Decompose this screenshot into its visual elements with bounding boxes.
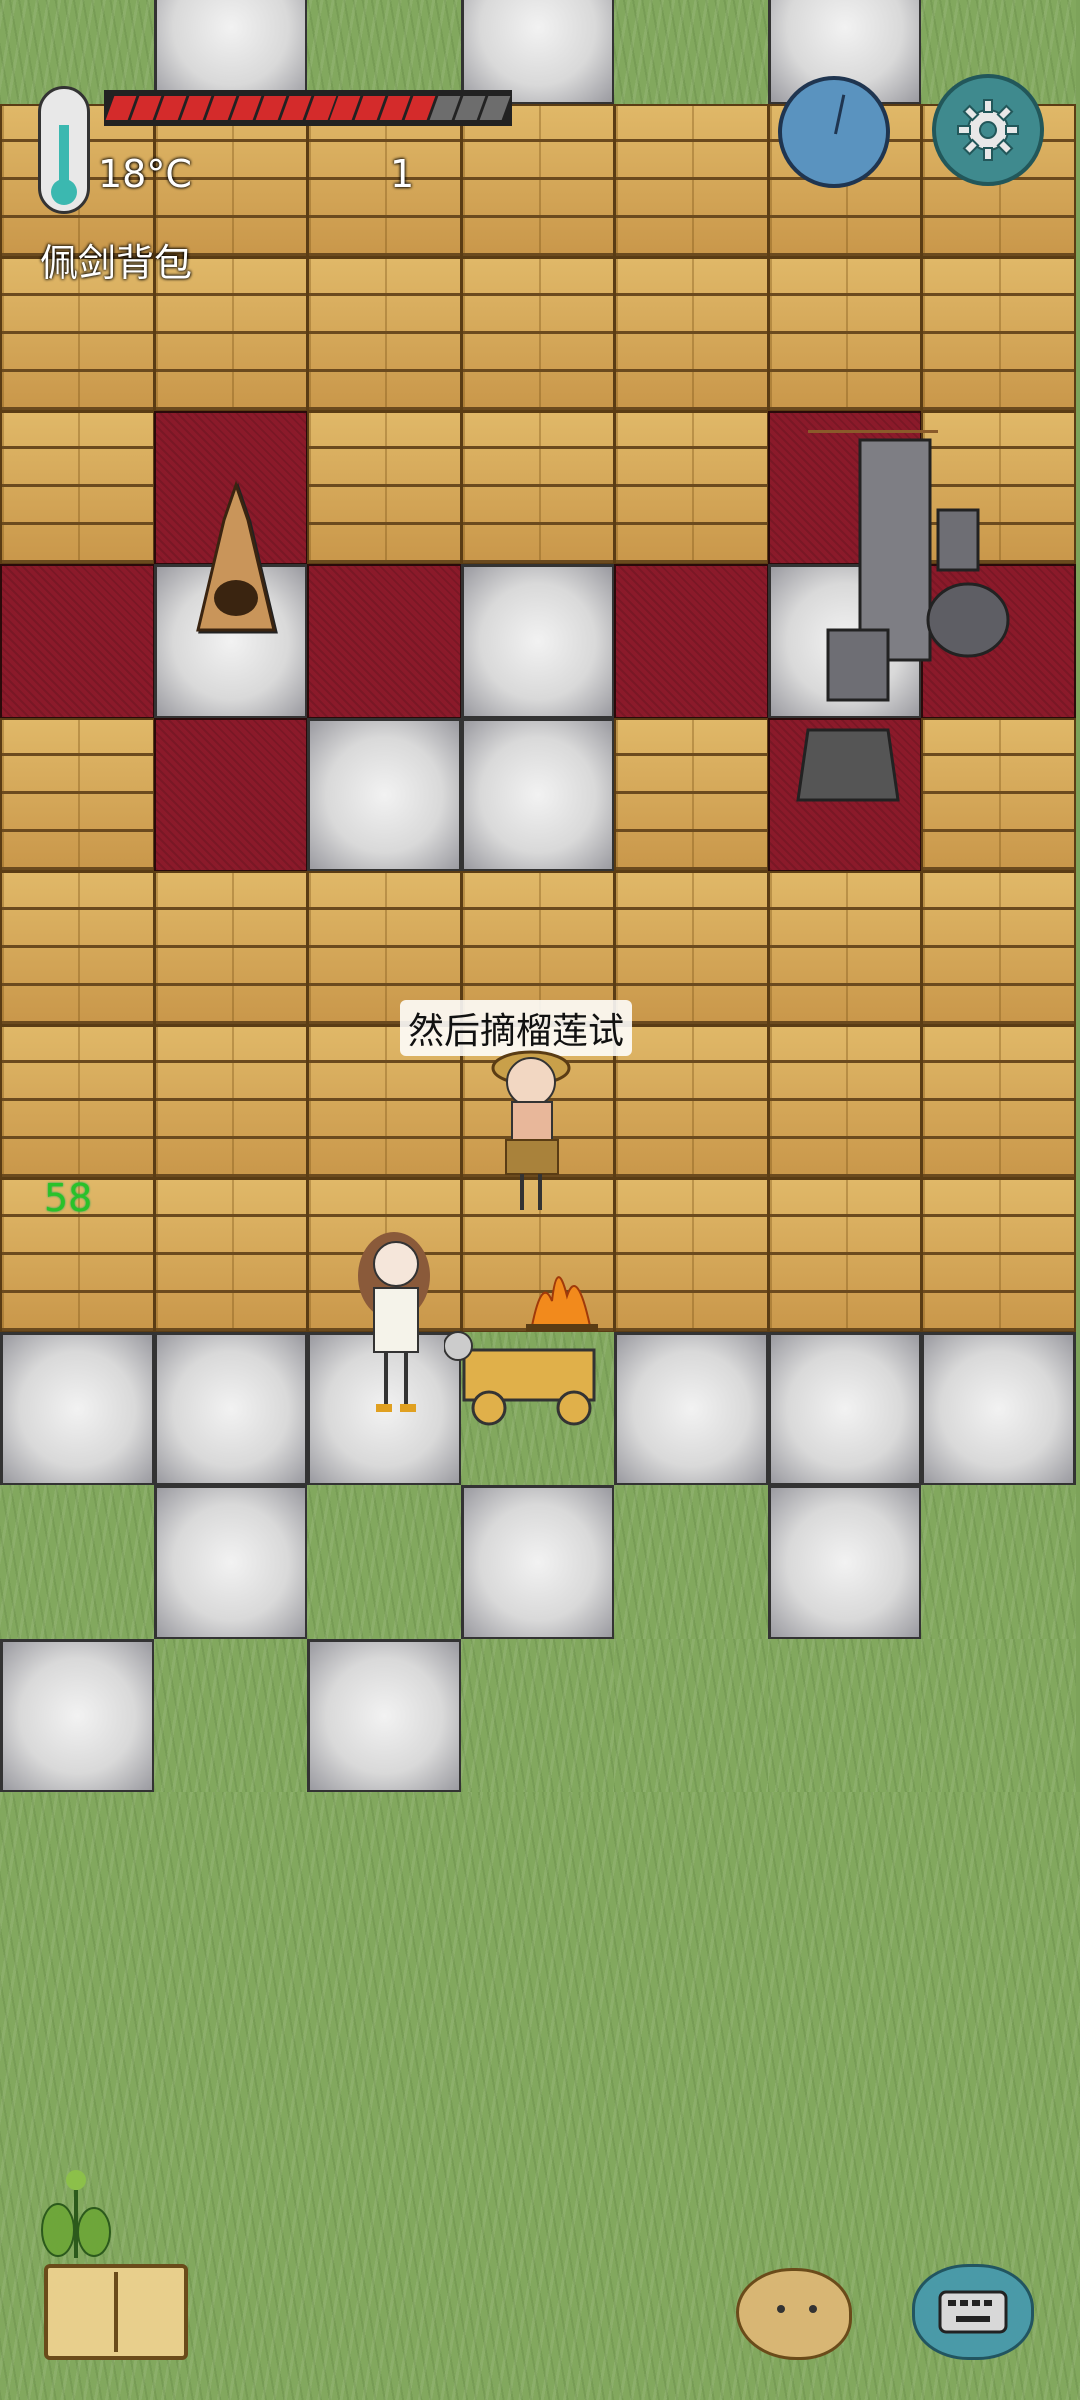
clock-icon — [778, 76, 890, 188]
map-tile[interactable] — [767, 257, 922, 412]
map-tile[interactable] — [307, 410, 462, 565]
keyboard-icon[interactable] — [912, 2264, 1034, 2360]
map-tile[interactable] — [614, 257, 769, 412]
map-tile[interactable] — [921, 871, 1076, 1026]
map-tile[interactable] — [614, 871, 769, 1026]
food-meter — [104, 90, 512, 126]
map-tile[interactable] — [307, 0, 462, 105]
map-tile[interactable] — [460, 257, 615, 412]
backpack-label[interactable]: 佩剑背包 — [40, 232, 192, 287]
map-tile[interactable] — [614, 1331, 769, 1486]
map-tile[interactable] — [460, 103, 615, 258]
status-number: 58 — [44, 1176, 93, 1220]
map-tile[interactable] — [153, 1638, 308, 1793]
npc-character[interactable] — [334, 1226, 454, 1426]
map-tile[interactable] — [767, 871, 922, 1026]
map-tile[interactable] — [0, 871, 155, 1026]
map-tile[interactable] — [460, 410, 615, 565]
kiln-object[interactable] — [186, 480, 286, 650]
temperature-label: 18°C — [98, 152, 192, 196]
map-tile[interactable] — [307, 1638, 462, 1793]
map-tile[interactable] — [614, 1638, 769, 1793]
cart-object[interactable] — [443, 1320, 614, 1430]
map-tile[interactable] — [307, 564, 462, 719]
map-tile[interactable] — [153, 1331, 308, 1486]
map-tile[interactable] — [614, 717, 769, 872]
map-tile[interactable] — [921, 257, 1076, 412]
map-tile[interactable] — [767, 1485, 922, 1640]
map-tile[interactable] — [767, 1331, 922, 1486]
map-tile[interactable] — [614, 1024, 769, 1179]
map-tile[interactable] — [614, 1485, 769, 1640]
map-tile[interactable] — [0, 410, 155, 565]
map-tile[interactable] — [307, 1485, 462, 1640]
map-tile[interactable] — [0, 564, 155, 719]
map-tile[interactable] — [614, 0, 769, 105]
map-tile[interactable] — [921, 1178, 1076, 1333]
map-tile[interactable] — [0, 1024, 155, 1179]
map-tile[interactable] — [460, 717, 615, 872]
food-segment — [479, 96, 511, 120]
map-tile[interactable] — [460, 1638, 615, 1793]
plant-icon — [28, 2150, 124, 2260]
book-icon[interactable] — [44, 2264, 188, 2360]
map-tile[interactable] — [767, 1638, 922, 1793]
map-tile[interactable] — [614, 410, 769, 565]
map-tile[interactable] — [614, 103, 769, 258]
map-tile[interactable] — [153, 1178, 308, 1333]
map-tile[interactable] — [153, 717, 308, 872]
map-tile[interactable] — [921, 1024, 1076, 1179]
map-tile[interactable] — [921, 1638, 1076, 1793]
map-tile[interactable] — [0, 1638, 155, 1793]
potato-emote-icon[interactable] — [736, 2268, 852, 2360]
map-tile[interactable] — [921, 1331, 1076, 1486]
counter-label: 1 — [390, 152, 415, 196]
map-tile[interactable] — [767, 1178, 922, 1333]
map-tile[interactable] — [307, 717, 462, 872]
map-tile[interactable] — [767, 1024, 922, 1179]
map-tile[interactable] — [460, 1485, 615, 1640]
map-tile[interactable] — [921, 1485, 1076, 1640]
map-tile[interactable] — [153, 1485, 308, 1640]
gear-icon[interactable] — [932, 74, 1044, 186]
map-tile[interactable] — [153, 871, 308, 1026]
map-tile[interactable] — [153, 1024, 308, 1179]
machine-object[interactable] — [788, 427, 1018, 810]
map-tile[interactable] — [460, 0, 615, 105]
map-tile[interactable] — [0, 1331, 155, 1486]
thermometer-icon — [38, 86, 90, 214]
map-tile[interactable] — [0, 717, 155, 872]
map-tile[interactable] — [0, 1485, 155, 1640]
player-character[interactable] — [476, 1040, 586, 1220]
map-tile[interactable] — [307, 103, 462, 258]
map-tile[interactable] — [153, 0, 308, 105]
map-tile[interactable] — [614, 1178, 769, 1333]
map-tile[interactable] — [307, 257, 462, 412]
map-tile[interactable] — [614, 564, 769, 719]
map-tile[interactable] — [460, 564, 615, 719]
